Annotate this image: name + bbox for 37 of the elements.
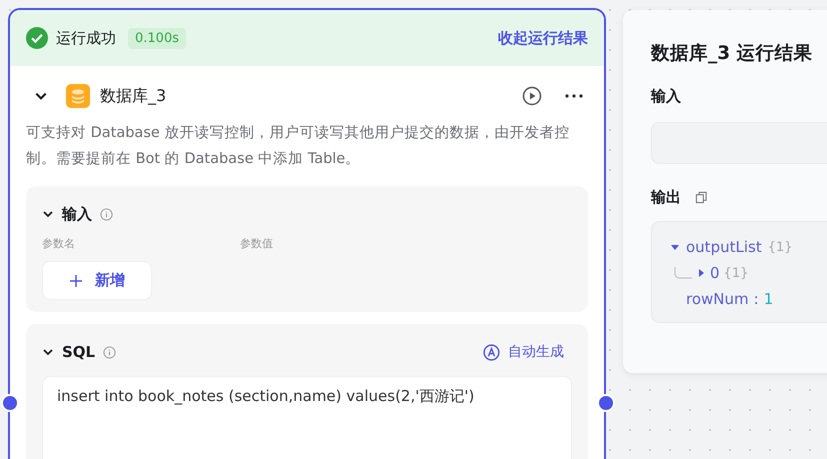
tree-key[interactable]: 0 <box>710 264 720 282</box>
tree-key[interactable]: outputList <box>686 238 762 256</box>
tree-key: rowNum <box>686 290 749 308</box>
column-header: 参数值 <box>240 236 274 251</box>
node-title: 数据库_3 <box>100 86 166 106</box>
sql-editor[interactable]: insert into book_notes (section,name) values(2,'西游记') <box>42 376 572 459</box>
key-separator: : <box>754 290 759 308</box>
column-header: 参数名 <box>42 236 76 251</box>
connection-port[interactable] <box>597 394 615 412</box>
expand-triangle-icon[interactable] <box>696 268 706 278</box>
letter-a-icon <box>483 344 500 360</box>
connection-port[interactable] <box>1 394 19 412</box>
item-count: {1} <box>768 240 793 254</box>
play-icon[interactable] <box>522 86 542 106</box>
node-description: 可支持对 Database 放开读写控制，用户可读写其他用户提交的数据，由开发者控制。需要提前在 Bot 的 Database 中添加 Table。 <box>26 124 570 169</box>
item-count: {1} <box>724 266 748 280</box>
database-icon <box>66 84 90 108</box>
info-icon[interactable] <box>100 208 113 220</box>
section-title: SQL <box>62 343 96 361</box>
expand-triangle-icon[interactable] <box>670 242 680 252</box>
success-check-icon <box>26 27 48 49</box>
plus-icon <box>69 274 83 288</box>
status-label: 运行成功 <box>56 28 116 48</box>
section-title: 输入 <box>62 204 92 224</box>
input-label: 输入 <box>651 87 682 106</box>
tree-value: 1 <box>764 290 774 308</box>
panel-title: 数据库_3 运行结果 <box>651 42 814 65</box>
more-icon[interactable] <box>564 93 584 99</box>
info-icon[interactable] <box>103 346 116 358</box>
auto-generate-button[interactable]: 自动生成 <box>483 343 572 361</box>
copy-icon[interactable] <box>695 191 708 204</box>
add-button[interactable]: 新增 <box>42 261 152 300</box>
output-label: 输出 <box>651 188 681 207</box>
node-card[interactable]: 运行成功 0.100s 收起运行结果 数据库_3 可支持对 Database 放开读写控制，用户可读写其他用户提交的数据，由开发者控制。需要提前在 Bot 的 Database 中添加 Table。 输入 参数名 参数值 新增 SQL 自动生成 insert into book_notes (section,name) values(2,'西游记') <box>8 8 606 459</box>
tree-connector <box>674 267 692 279</box>
duration-tag: 0.100s <box>128 28 186 48</box>
collapse-results-link[interactable]: 收起运行结果 <box>498 28 588 48</box>
